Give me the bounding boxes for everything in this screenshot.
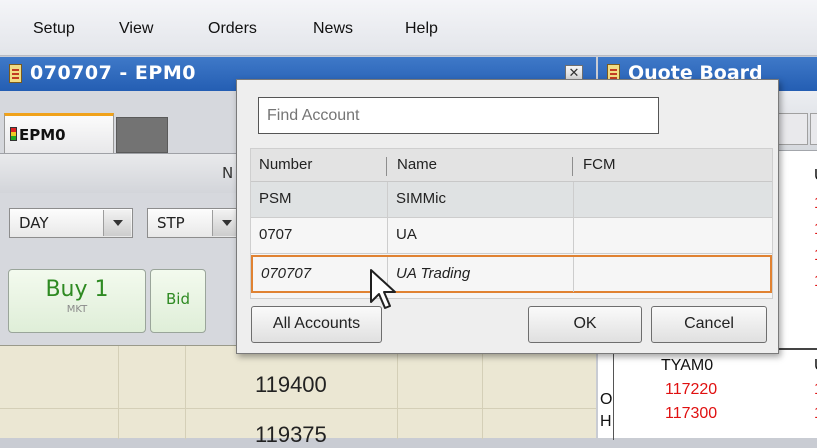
column-header-number[interactable]: Number	[251, 149, 386, 182]
find-account-input[interactable]	[258, 97, 659, 134]
menu-view[interactable]: View	[119, 20, 153, 38]
account-fcm	[573, 218, 772, 253]
time-in-force-value: DAY	[19, 214, 49, 232]
quote-high-value: 117300	[665, 405, 718, 422]
account-picker-dialog: Number Name FCM PSM SIMMic 0707 UA 07070…	[236, 79, 779, 354]
quote-tab[interactable]	[810, 113, 817, 145]
order-window-title: 070707 - EPM0	[30, 62, 196, 84]
account-fcm	[573, 182, 772, 217]
buy-sub-label: MKT	[66, 304, 88, 315]
account-fcm	[573, 257, 770, 292]
all-accounts-button[interactable]: All Accounts	[251, 306, 382, 343]
account-number: 0707	[259, 226, 293, 243]
column-header-fcm[interactable]: FCM	[575, 149, 765, 182]
row-label-high: H	[600, 413, 612, 430]
menu-news[interactable]: News	[313, 20, 353, 38]
menu-setup[interactable]: Setup	[33, 20, 75, 38]
bid-button[interactable]: Bid	[150, 269, 206, 333]
account-name: SIMMic	[387, 182, 573, 217]
quote-open-value: 117220	[665, 381, 718, 398]
traffic-light-icon	[10, 127, 17, 141]
tab-secondary[interactable]	[116, 117, 168, 153]
strip-partial-label: N	[222, 164, 234, 182]
order-type-select[interactable]: STP	[147, 208, 242, 238]
ladder-price[interactable]: 119375	[255, 422, 327, 448]
table-row-selected[interactable]: 070707 UA Trading	[251, 255, 772, 293]
time-in-force-select[interactable]: DAY	[9, 208, 133, 238]
order-type-value: STP	[157, 214, 185, 232]
menu-bar: Setup View Orders News Help	[0, 0, 817, 56]
cancel-button[interactable]: Cancel	[651, 306, 767, 343]
buy-label: Buy 1	[45, 277, 109, 302]
table-row[interactable]: PSM SIMMic	[251, 182, 772, 218]
account-table: Number Name FCM PSM SIMMic 0707 UA 07070…	[250, 148, 773, 299]
account-number: 070707	[261, 265, 312, 282]
menu-orders[interactable]: Orders	[208, 20, 257, 38]
ladder-price[interactable]: 119400	[255, 372, 327, 398]
tab-epm0[interactable]: EPM0	[4, 113, 114, 153]
account-name: UA	[387, 218, 573, 253]
mouse-pointer-icon	[370, 269, 396, 309]
row-label-open: O	[600, 391, 613, 408]
table-header: Number Name FCM	[251, 149, 772, 182]
tab-label: EPM0	[19, 126, 66, 144]
account-name: UA Trading	[387, 257, 573, 292]
document-icon	[9, 64, 22, 83]
account-number: PSM	[259, 190, 292, 207]
table-row[interactable]: 0707 UA	[251, 218, 772, 254]
menu-help[interactable]: Help	[405, 20, 438, 38]
quote-symbol[interactable]: TYAM0	[661, 357, 713, 375]
ok-button[interactable]: OK	[528, 306, 642, 343]
buy-button[interactable]: Buy 1 MKT	[8, 269, 146, 333]
chevron-down-icon[interactable]	[103, 210, 131, 236]
price-ladder: 119400 119375	[0, 345, 596, 447]
quote-tab[interactable]	[778, 113, 808, 145]
column-header-name[interactable]: Name	[389, 149, 571, 182]
